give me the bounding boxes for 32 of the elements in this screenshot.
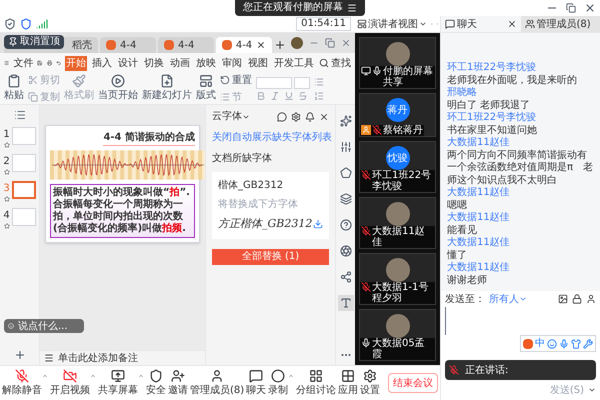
slide-title: 4-4 简谐振动的合成 [103, 130, 195, 146]
participant-name: 大数据05孟霞 [372, 338, 426, 360]
participant-name: 付鹏的屏幕共享 [383, 66, 434, 88]
meeting-time: 01:54:11 [296, 17, 351, 31]
participant-name: 大数据1-1号程夕羽 [372, 282, 430, 304]
banner-text: 您正在观看付鹏的屏幕 [243, 0, 343, 15]
slide-body-text: 振幅时大时小的现象叫做“拍”.合振幅每变化一个周期称为一拍，单位时间内拍出现的次数(合振幅变化的频率)叫做拍频. [50, 184, 195, 238]
section-heading: 文档所缺字体 [212, 152, 273, 166]
chat-message: 书在家里不知道问她 [447, 124, 538, 136]
chat-message: 明白了 老师我退了 [447, 100, 532, 112]
replacement-font-name: 方正楷体_GB2312 [218, 216, 312, 232]
avatar: 蒋丹 [386, 98, 410, 122]
speaking-label: 正在讲话: [465, 364, 508, 378]
participant-name: 环工1班22号李忱骏 [372, 170, 432, 192]
chat-message: 两个同方向不同频率简谐振动有一个余弦函数绝对值周期是π 老师这个知识点我不太明白 [447, 150, 594, 186]
tooltip-text: 取消置顶 [20, 35, 60, 49]
ime-mode: 中 [535, 336, 545, 351]
participant-name: 蔡铭蒋丹 [383, 125, 423, 136]
chat-message: 嗯嗯 [447, 200, 468, 212]
participant-name: 大数据11赵佳 [372, 226, 426, 248]
missing-font-name: 楷体_GB2312 [218, 178, 284, 193]
chat-message: 能看见 [447, 224, 478, 236]
chat-message: 懂了 [447, 250, 468, 262]
chat-message: 老师我在外面呢，我是来听的 [447, 74, 578, 86]
slide-number: 4 [3, 209, 10, 223]
replace-hint: 将替换成下方字体 [218, 198, 299, 212]
slide-number: 2 [3, 155, 10, 169]
slide-number: 1 [3, 128, 10, 142]
chat-message: 谢谢老师 [447, 274, 488, 287]
slide-number: 3 [3, 182, 10, 196]
avatar: 忱骏 [386, 146, 410, 170]
send-to-label: 发送至： [445, 292, 485, 306]
